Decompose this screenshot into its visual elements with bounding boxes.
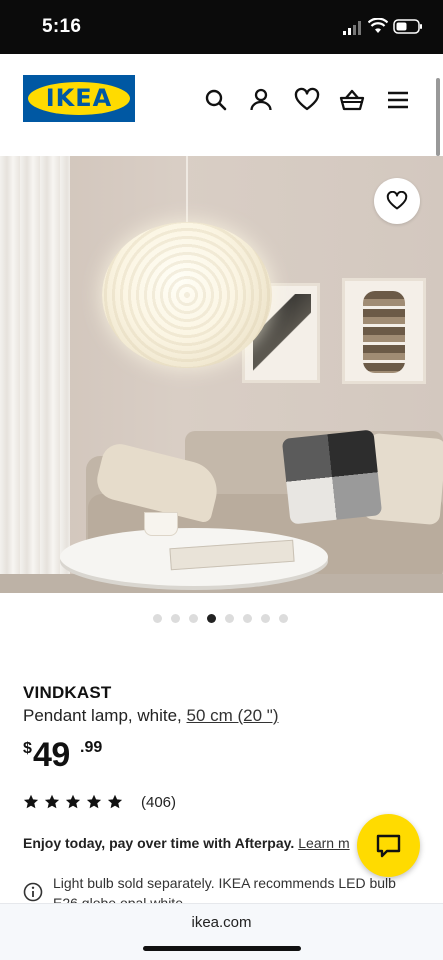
info-icon — [23, 882, 43, 902]
site-header: IKEA — [0, 54, 443, 156]
bulb-notice: Light bulb sold separately. IKEA recomme… — [23, 873, 423, 903]
carousel-dot[interactable] — [153, 614, 162, 623]
account-icon[interactable] — [248, 87, 274, 113]
afterpay-promo: Enjoy today, pay over time with Afterpay… — [23, 835, 383, 851]
product-image[interactable] — [0, 156, 443, 593]
afterpay-text: Enjoy today, pay over time with Afterpay… — [23, 835, 295, 851]
carousel-dot[interactable] — [225, 614, 234, 623]
price-decimal: .99 — [80, 739, 103, 756]
product-rating[interactable]: (406) — [23, 792, 176, 812]
menu-icon[interactable] — [385, 87, 411, 113]
search-icon[interactable] — [203, 87, 229, 113]
product-size-link[interactable]: 50 cm (20 ") — [187, 706, 279, 725]
product-type: Pendant lamp, white, — [23, 706, 182, 725]
review-count: (406) — [141, 793, 177, 811]
price-whole: 49 — [33, 736, 70, 774]
image-pillow-pattern — [281, 429, 383, 525]
image-frame-stones — [342, 278, 426, 384]
browser-url-bar[interactable]: ikea.com — [0, 903, 443, 960]
product-name: VINDKAST — [23, 683, 112, 702]
star-icon — [44, 794, 60, 809]
carousel-dot[interactable] — [243, 614, 252, 623]
heart-icon[interactable] — [294, 87, 320, 113]
signal-icon — [343, 21, 361, 35]
basket-icon[interactable] — [339, 87, 365, 113]
afterpay-learn-more-link[interactable]: Learn m — [298, 835, 349, 851]
image-mug — [144, 512, 178, 536]
browser-url[interactable]: ikea.com — [0, 914, 443, 931]
carousel-dot[interactable] — [261, 614, 270, 623]
image-pendant-lamp — [102, 222, 272, 368]
carousel-dot[interactable] — [279, 614, 288, 623]
star-icon — [86, 794, 102, 809]
home-indicator[interactable] — [143, 946, 301, 951]
image-lamp-cord — [186, 156, 188, 224]
carousel-dots[interactable] — [153, 614, 288, 624]
favorite-button[interactable] — [374, 178, 420, 224]
image-curtain — [0, 156, 70, 593]
heart-icon — [386, 191, 408, 210]
carousel-dot[interactable] — [171, 614, 180, 623]
ikea-logo[interactable]: IKEA — [23, 75, 135, 122]
status-time: 5:16 — [42, 16, 82, 37]
star-icon — [65, 794, 81, 809]
wifi-icon — [368, 18, 388, 33]
page-scrollbar[interactable] — [436, 78, 440, 156]
star-icon — [107, 794, 123, 809]
status-bar: 5:16 — [0, 0, 443, 54]
price-currency: $ — [23, 740, 32, 757]
chat-icon — [376, 834, 401, 858]
logo-text: IKEA — [45, 84, 113, 112]
product-description: Pendant lamp, white, 50 cm (20 ") — [23, 706, 279, 726]
carousel-dot[interactable] — [207, 614, 216, 623]
star-icon — [23, 794, 39, 809]
carousel-dot[interactable] — [189, 614, 198, 623]
battery-icon — [393, 19, 422, 34]
rating-stars — [23, 794, 123, 810]
chat-button[interactable] — [357, 814, 420, 877]
notice-text: Light bulb sold separately. IKEA recomme… — [53, 875, 396, 903]
